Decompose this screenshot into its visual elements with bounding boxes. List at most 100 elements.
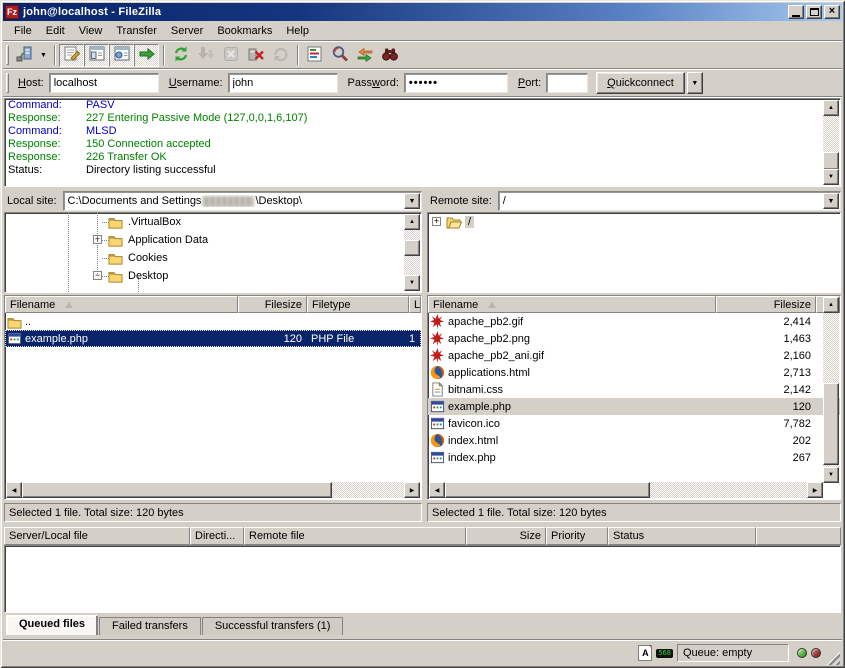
remote-vertical-scrollbar[interactable]: ▲ ▼	[823, 297, 839, 483]
file-row-favicon-ico[interactable]: favicon.ico7,782	[428, 415, 840, 432]
local-tree-scrollbar[interactable]: ▲ ▼	[404, 214, 420, 291]
column-header-filename[interactable]: Filename	[428, 296, 716, 313]
menu-item-file[interactable]: File	[7, 23, 39, 39]
minimize-button[interactable]	[788, 5, 804, 19]
column-header-filename[interactable]: Filename	[5, 296, 238, 313]
file-modified-cell: 1	[409, 333, 421, 345]
find-files-button[interactable]	[377, 44, 402, 67]
toggle-transfer-queue-button[interactable]	[134, 44, 159, 67]
toggle-local-tree-button[interactable]	[84, 44, 109, 67]
toggle-remote-tree-button[interactable]	[109, 44, 134, 67]
tree-item-application-data[interactable]: +Application Data	[5, 231, 421, 249]
scrollbar-thumb[interactable]	[823, 152, 839, 170]
remote-site-combobox[interactable]: / ▼	[498, 191, 841, 211]
file-row--[interactable]: ..	[5, 313, 421, 330]
username-input[interactable]	[228, 73, 338, 93]
chevron-down-icon[interactable]: ▼	[823, 193, 839, 209]
tree-item-desktop[interactable]: −Desktop	[5, 267, 421, 285]
scroll-up-icon[interactable]: ▲	[823, 297, 839, 313]
column-header-filetype[interactable]: Filetype	[307, 296, 409, 313]
queue-column-directi-[interactable]: Directi...	[190, 527, 244, 545]
log-line-text: MLSD	[86, 125, 117, 138]
menu-item-edit[interactable]: Edit	[39, 23, 72, 39]
tree-item--virtualbox[interactable]: .VirtualBox	[5, 213, 421, 231]
queue-column-size[interactable]: Size	[466, 527, 546, 545]
scroll-right-icon[interactable]: ▶	[807, 482, 823, 498]
local-site-combobox[interactable]: C:\Documents and Settings\Desktop\ ▼	[63, 191, 422, 211]
scrollbar-thumb[interactable]	[404, 240, 420, 256]
host-input[interactable]	[49, 73, 159, 93]
queue-column-remote-file[interactable]: Remote file	[244, 527, 466, 545]
file-row-apache-pb2-png[interactable]: apache_pb2.png1,463	[428, 330, 840, 347]
log-scrollbar[interactable]: ▲ ▼	[823, 100, 839, 185]
file-row-apache-pb2-ani-gif[interactable]: apache_pb2_ani.gif2,160	[428, 347, 840, 364]
resize-grip[interactable]	[825, 650, 840, 665]
scrollbar-thumb[interactable]	[22, 482, 332, 498]
password-input[interactable]	[404, 73, 508, 93]
redacted-username	[202, 196, 254, 207]
column-header-filesize[interactable]: Filesize	[238, 296, 307, 313]
filename-filters-button[interactable]	[302, 44, 327, 67]
chevron-down-icon[interactable]: ▼	[404, 193, 420, 209]
queue-column-server-local-file[interactable]: Server/Local file	[4, 527, 190, 545]
scroll-down-icon[interactable]: ▼	[404, 275, 420, 291]
close-button[interactable]: ×	[824, 5, 840, 19]
transfer-type-indicator-icon[interactable]: A’	[638, 645, 652, 661]
site-manager-button[interactable]	[12, 44, 37, 67]
scrollbar-thumb[interactable]	[823, 383, 839, 465]
tab-queued-files[interactable]: Queued files	[6, 615, 98, 635]
toggle-message-log-button[interactable]	[59, 44, 84, 67]
scroll-down-icon[interactable]: ▼	[823, 169, 839, 185]
scroll-down-icon[interactable]: ▼	[823, 467, 839, 483]
disconnect-button[interactable]	[243, 44, 268, 67]
toolbar-separator	[163, 45, 164, 65]
file-row-index-php[interactable]: index.php267	[428, 449, 840, 466]
menu-item-server[interactable]: Server	[164, 23, 210, 39]
file-name: example.php	[448, 401, 511, 413]
remote-horizontal-scrollbar[interactable]: ◀ ▶	[429, 482, 823, 498]
file-size-cell: 1,463	[716, 333, 816, 345]
maximize-button[interactable]	[806, 5, 822, 19]
tree-item-root[interactable]: +/	[428, 213, 840, 231]
quickconnect-button[interactable]: Quickconnect	[596, 72, 685, 94]
column-header-filesize[interactable]: Filesize	[716, 296, 816, 313]
port-input[interactable]	[546, 73, 588, 93]
scroll-right-icon[interactable]: ▶	[404, 482, 420, 498]
directory-comparison-button[interactable]	[327, 44, 352, 67]
quickconnect-dropdown-button[interactable]: ▼	[687, 72, 703, 94]
site-manager-dropdown-button[interactable]: ▼	[37, 44, 50, 67]
file-row-example-php[interactable]: example.php120PHP File1	[5, 330, 421, 347]
scrollbar-thumb[interactable]	[445, 482, 650, 498]
file-size-cell: 7,782	[716, 418, 816, 430]
filter-icon	[306, 45, 324, 66]
file-row-example-php[interactable]: example.php120	[428, 398, 840, 415]
menu-item-transfer[interactable]: Transfer	[109, 23, 164, 39]
scroll-left-icon[interactable]: ◀	[429, 482, 445, 498]
file-name-cell: example.php	[5, 331, 238, 346]
tree-line	[97, 213, 98, 277]
tab-successful-transfers-1-[interactable]: Successful transfers (1)	[202, 617, 344, 635]
refresh-button[interactable]	[168, 44, 193, 67]
menu-item-help[interactable]: Help	[279, 23, 316, 39]
log-line: Response:227 Entering Passive Mode (127,…	[5, 112, 840, 125]
title-bar[interactable]: Fz john@localhost - FileZilla ×	[3, 3, 842, 21]
synchronized-browsing-button[interactable]	[352, 44, 377, 67]
file-row-index-html[interactable]: index.html202	[428, 432, 840, 449]
file-name-cell: ..	[5, 314, 238, 329]
queue-column-status[interactable]: Status	[608, 527, 756, 545]
speed-limit-indicator-icon[interactable]: 568	[656, 649, 673, 658]
tab-failed-transfers[interactable]: Failed transfers	[99, 617, 201, 635]
file-row-applications-html[interactable]: applications.html2,713	[428, 364, 840, 381]
file-row-bitnami-css[interactable]: bitnami.css2,142	[428, 381, 840, 398]
scroll-up-icon[interactable]: ▲	[823, 100, 839, 116]
scroll-left-icon[interactable]: ◀	[6, 482, 22, 498]
expand-icon[interactable]: +	[432, 217, 441, 226]
tree-item-cookies[interactable]: Cookies	[5, 249, 421, 267]
local-horizontal-scrollbar[interactable]: ◀ ▶	[6, 482, 420, 498]
column-header-l[interactable]: L	[409, 296, 421, 313]
queue-column-priority[interactable]: Priority	[546, 527, 608, 545]
scroll-up-icon[interactable]: ▲	[404, 214, 420, 230]
menu-item-view[interactable]: View	[72, 23, 110, 39]
menu-item-bookmarks[interactable]: Bookmarks	[210, 23, 279, 39]
file-row-apache-pb2-gif[interactable]: apache_pb2.gif2,414	[428, 313, 840, 330]
